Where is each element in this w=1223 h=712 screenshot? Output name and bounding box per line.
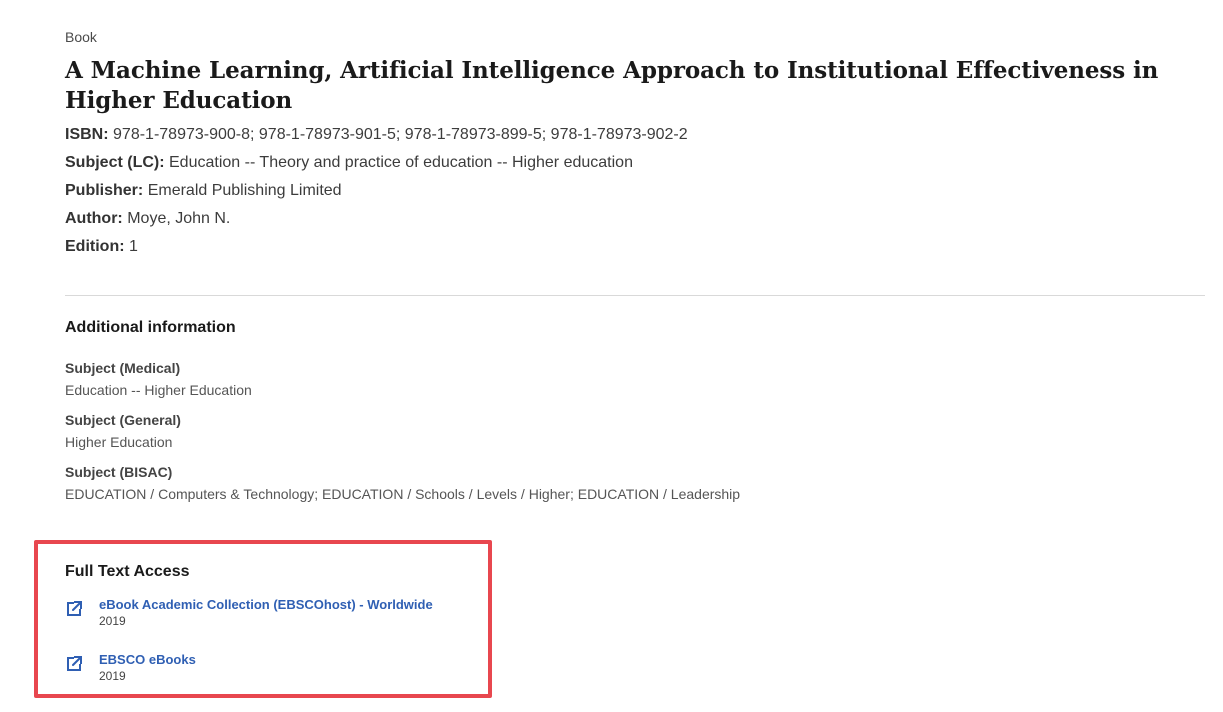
additional-info-item: Subject (Medical) Education -- Higher Ed…: [65, 358, 1205, 410]
external-link-icon[interactable]: [65, 600, 83, 618]
author-value: Moye, John N.: [127, 210, 231, 227]
external-link-icon[interactable]: [65, 655, 83, 673]
subject-lc-row: Subject (LC): Education -- Theory and pr…: [65, 152, 1205, 180]
section-divider: [65, 295, 1205, 296]
isbn-row: ISBN: 978-1-78973-900-8; 978-1-78973-901…: [65, 124, 1205, 152]
edition-value: 1: [129, 238, 138, 255]
entry-year: 2019: [99, 614, 126, 628]
full-text-access-highlight: Full Text Access eBook Academic Collecti…: [34, 540, 492, 698]
publisher-value: Emerald Publishing Limited: [147, 182, 342, 199]
record-metadata: ISBN: 978-1-78973-900-8; 978-1-78973-901…: [65, 124, 1205, 264]
ebsco-ebooks-link[interactable]: EBSCO eBooks: [99, 651, 196, 669]
full-text-access-entry: EBSCO eBooks 2019: [65, 651, 475, 691]
record-type-label: Book: [65, 29, 97, 45]
subject-lc-value: Education -- Theory and practice of educ…: [169, 154, 633, 171]
page-title: A Machine Learning, Artificial Intellige…: [65, 57, 1159, 114]
full-text-access-heading: Full Text Access: [65, 563, 190, 580]
full-text-access-entry: eBook Academic Collection (EBSCOhost) - …: [65, 596, 475, 636]
subject-lc-label: Subject (LC):: [65, 154, 165, 171]
subject-general-value: Higher Education: [65, 434, 173, 450]
author-row: Author: Moye, John N.: [65, 208, 1205, 236]
subject-medical-label: Subject (Medical): [65, 360, 181, 376]
additional-info-item: Subject (BISAC) EDUCATION / Computers & …: [65, 462, 1205, 514]
edition-label: Edition:: [65, 238, 125, 255]
subject-bisac-value: EDUCATION / Computers & Technology; EDUC…: [65, 486, 741, 502]
isbn-label: ISBN:: [65, 126, 109, 143]
subject-bisac-label: Subject (BISAC): [65, 464, 173, 480]
ebook-academic-collection-link[interactable]: eBook Academic Collection (EBSCOhost) - …: [99, 596, 433, 614]
additional-info-item: Subject (General) Higher Education: [65, 410, 1205, 462]
edition-row: Edition: 1: [65, 236, 1205, 264]
publisher-row: Publisher: Emerald Publishing Limited: [65, 180, 1205, 208]
subject-medical-value: Education -- Higher Education: [65, 382, 252, 398]
subject-general-label: Subject (General): [65, 412, 181, 428]
additional-info-list: Subject (Medical) Education -- Higher Ed…: [65, 358, 1205, 514]
author-label: Author:: [65, 210, 123, 227]
entry-year: 2019: [99, 669, 126, 683]
publisher-label: Publisher:: [65, 182, 144, 199]
additional-info-heading: Additional information: [65, 319, 236, 336]
isbn-value: 978-1-78973-900-8; 978-1-78973-901-5; 97…: [113, 126, 688, 143]
